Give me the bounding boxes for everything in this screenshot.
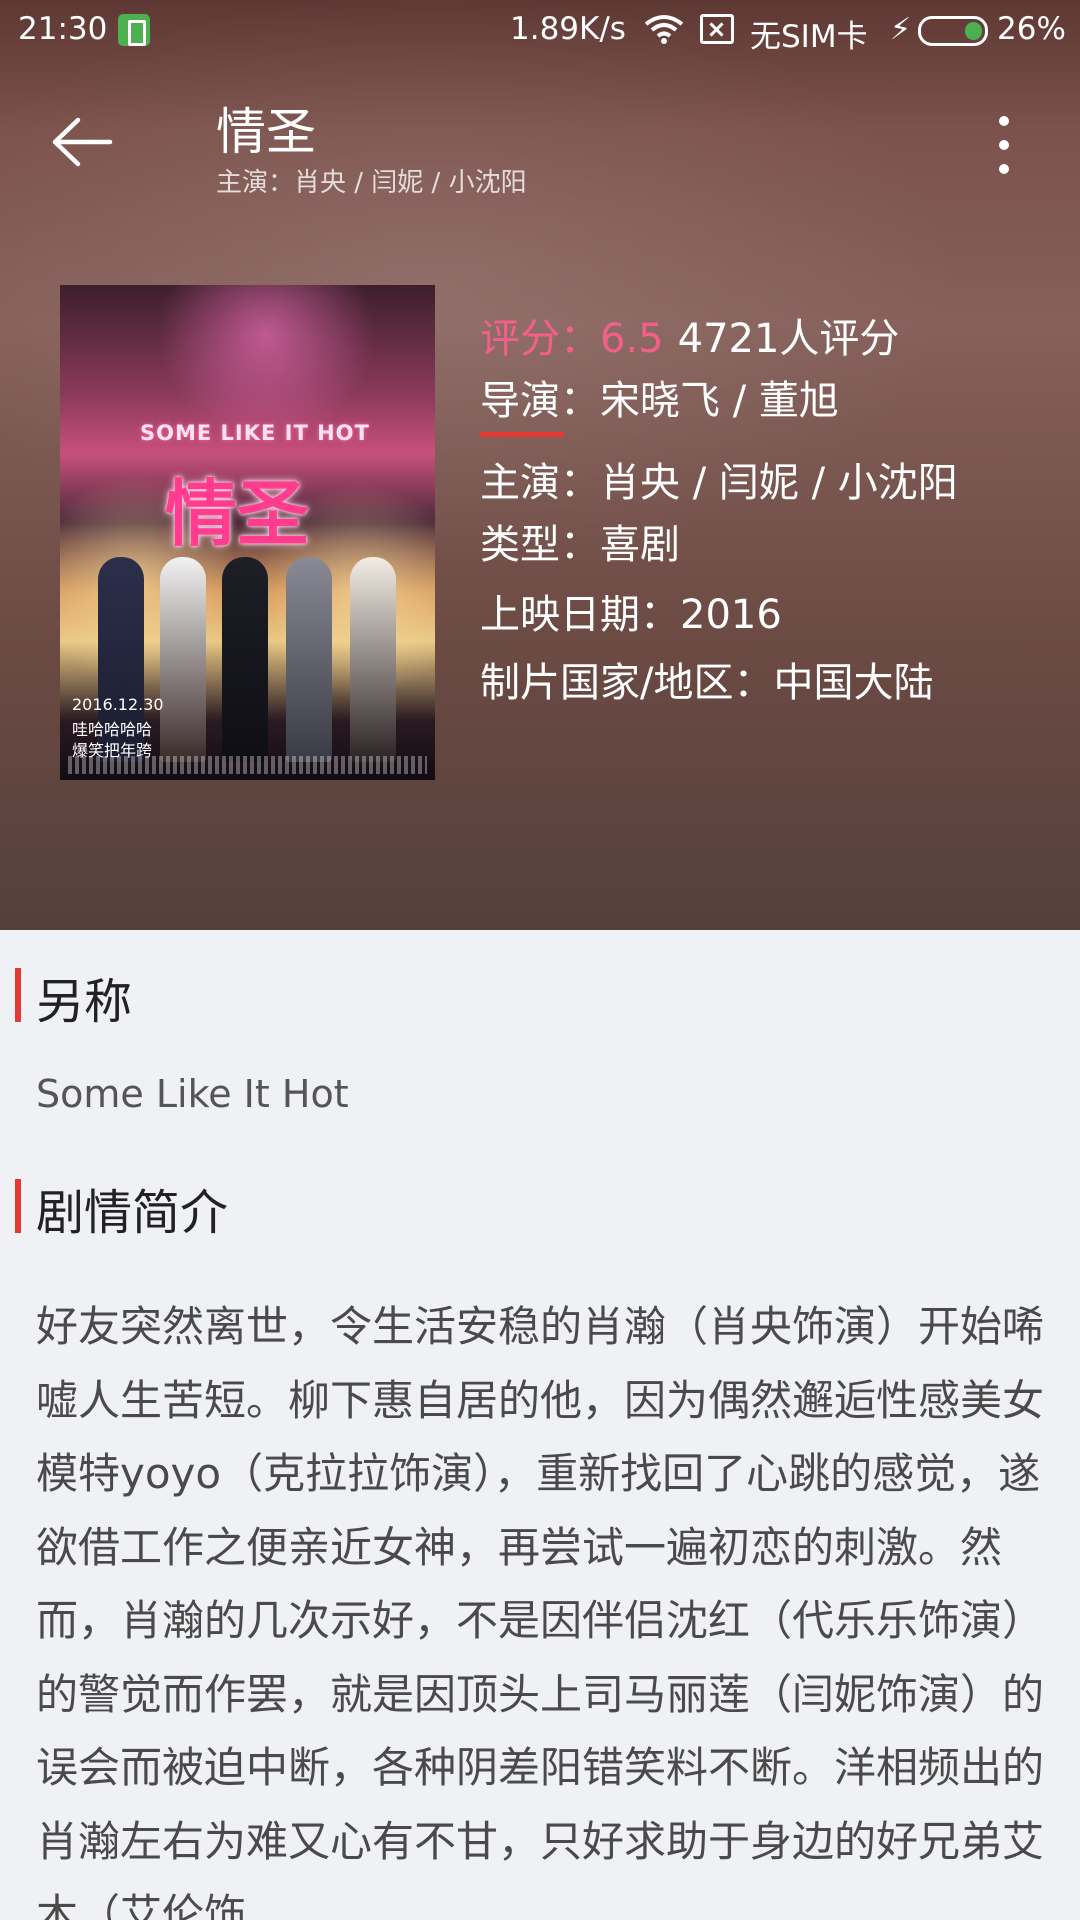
status-time: 21:30 xyxy=(18,11,108,47)
toolbar: 情圣 主演：肖央 / 闫妮 / 小沈阳 xyxy=(0,60,1080,220)
phone-notification-icon xyxy=(118,14,150,46)
battery-icon xyxy=(918,16,988,46)
poster-figure xyxy=(286,557,332,762)
director-row[interactable]: 导演：宋晓飞 / 董旭 xyxy=(480,368,839,426)
section-title-alias: 另称 xyxy=(36,974,133,1030)
page-title: 情圣 xyxy=(216,103,316,161)
poster-figure xyxy=(160,557,206,762)
director-underline xyxy=(480,432,564,437)
cast-row[interactable]: 主演：肖央 / 闫妮 / 小沈阳 xyxy=(480,450,958,508)
battery-level xyxy=(965,22,982,40)
status-bar: 21:30 1.89K/s 无SIM卡 ⚡ 26% xyxy=(0,0,1080,60)
section-marker xyxy=(15,1179,21,1233)
charging-icon: ⚡ xyxy=(890,12,912,47)
synopsis-text: 好友突然离世，令生活安稳的肖瀚（肖央饰演）开始唏嘘人生苦短。柳下惠自居的他，因为… xyxy=(36,1302,1045,1920)
country-row: 制片国家/地区：中国大陆 xyxy=(480,660,934,706)
page-subtitle: 主演：肖央 / 闫妮 / 小沈阳 xyxy=(216,168,527,198)
poster-figure xyxy=(222,557,268,762)
rating-row: 评分：6.5 4721人评分 xyxy=(480,306,899,364)
poster-date: 2016.12.30 xyxy=(72,695,164,714)
back-arrow-icon[interactable] xyxy=(50,117,114,167)
poster-credits xyxy=(68,756,427,774)
movie-poster[interactable]: SOME LIKE IT HOT 情圣 2016.12.30 哇哈哈哈哈 爆笑把… xyxy=(60,285,435,780)
more-options-icon[interactable] xyxy=(990,116,1020,180)
sim-status: 无SIM卡 xyxy=(750,19,868,55)
genre-row: 类型：喜剧 xyxy=(480,522,680,568)
release-date-row: 上映日期：2016 xyxy=(480,592,782,638)
poster-figure xyxy=(350,557,396,762)
alias-value: Some Like It Hot xyxy=(36,1072,349,1116)
rating-score: 评分：6.5 xyxy=(480,316,664,362)
poster-english-title: SOME LIKE IT HOT xyxy=(140,421,370,445)
wifi-icon xyxy=(644,15,684,44)
battery-percent: 26% xyxy=(997,11,1066,47)
section-title-synopsis: 剧情简介 xyxy=(36,1185,229,1241)
rating-count: 4721人评分 xyxy=(677,316,900,362)
section-marker xyxy=(15,968,21,1022)
poster-chinese-title: 情圣 xyxy=(165,472,310,556)
no-sim-icon xyxy=(700,14,734,44)
network-speed: 1.89K/s xyxy=(510,11,626,47)
